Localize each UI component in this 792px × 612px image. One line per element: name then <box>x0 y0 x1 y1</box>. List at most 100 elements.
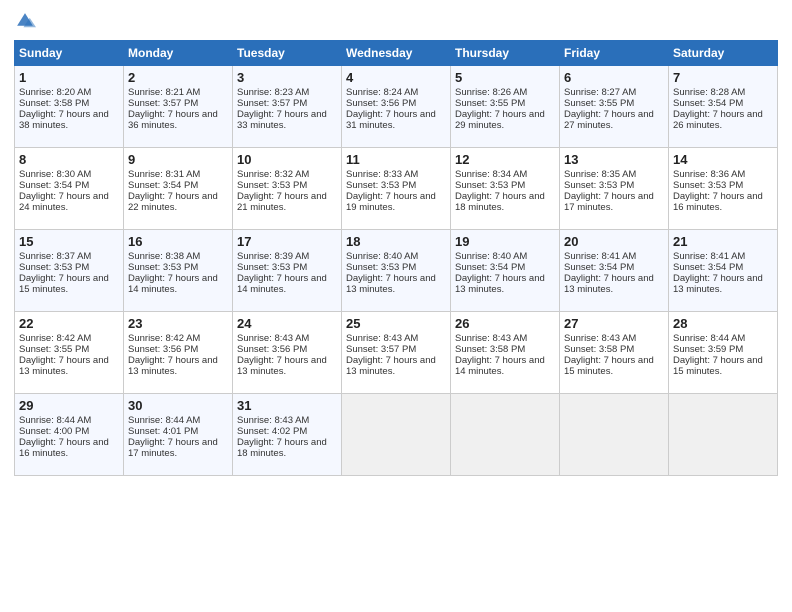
daylight-text: Daylight: 7 hours and 17 minutes. <box>128 437 218 459</box>
calendar-cell: 26Sunrise: 8:43 AMSunset: 3:58 PMDayligh… <box>451 312 560 394</box>
daylight-text: Daylight: 7 hours and 15 minutes. <box>564 355 654 377</box>
sunrise-text: Sunrise: 8:42 AM <box>19 333 91 344</box>
sunset-text: Sunset: 3:54 PM <box>673 262 743 273</box>
sunset-text: Sunset: 3:53 PM <box>455 180 525 191</box>
page-container: SundayMondayTuesdayWednesdayThursdayFrid… <box>0 0 792 482</box>
sunset-text: Sunset: 3:57 PM <box>346 344 416 355</box>
logo <box>14 10 38 32</box>
day-header-sunday: Sunday <box>15 41 124 66</box>
calendar-cell: 23Sunrise: 8:42 AMSunset: 3:56 PMDayligh… <box>124 312 233 394</box>
sunset-text: Sunset: 3:53 PM <box>19 262 89 273</box>
daylight-text: Daylight: 7 hours and 26 minutes. <box>673 109 763 131</box>
calendar-cell <box>669 394 778 476</box>
daylight-text: Daylight: 7 hours and 15 minutes. <box>673 355 763 377</box>
day-number: 6 <box>564 70 664 85</box>
daylight-text: Daylight: 7 hours and 16 minutes. <box>673 191 763 213</box>
calendar-cell <box>451 394 560 476</box>
daylight-text: Daylight: 7 hours and 13 minutes. <box>455 273 545 295</box>
day-number: 27 <box>564 316 664 331</box>
day-number: 3 <box>237 70 337 85</box>
daylight-text: Daylight: 7 hours and 27 minutes. <box>564 109 654 131</box>
day-number: 23 <box>128 316 228 331</box>
calendar-cell: 9Sunrise: 8:31 AMSunset: 3:54 PMDaylight… <box>124 148 233 230</box>
daylight-text: Daylight: 7 hours and 13 minutes. <box>128 355 218 377</box>
sunrise-text: Sunrise: 8:32 AM <box>237 169 309 180</box>
sunrise-text: Sunrise: 8:30 AM <box>19 169 91 180</box>
sunset-text: Sunset: 3:55 PM <box>19 344 89 355</box>
sunset-text: Sunset: 3:53 PM <box>237 180 307 191</box>
sunrise-text: Sunrise: 8:43 AM <box>455 333 527 344</box>
day-header-tuesday: Tuesday <box>233 41 342 66</box>
day-number: 28 <box>673 316 773 331</box>
day-number: 16 <box>128 234 228 249</box>
daylight-text: Daylight: 7 hours and 14 minutes. <box>128 273 218 295</box>
day-number: 2 <box>128 70 228 85</box>
header-row <box>14 10 778 32</box>
daylight-text: Daylight: 7 hours and 36 minutes. <box>128 109 218 131</box>
calendar-cell: 27Sunrise: 8:43 AMSunset: 3:58 PMDayligh… <box>560 312 669 394</box>
day-header-friday: Friday <box>560 41 669 66</box>
sunset-text: Sunset: 4:00 PM <box>19 426 89 437</box>
sunset-text: Sunset: 3:54 PM <box>19 180 89 191</box>
day-number: 1 <box>19 70 119 85</box>
sunrise-text: Sunrise: 8:43 AM <box>564 333 636 344</box>
calendar-cell: 5Sunrise: 8:26 AMSunset: 3:55 PMDaylight… <box>451 66 560 148</box>
sunrise-text: Sunrise: 8:40 AM <box>455 251 527 262</box>
sunrise-text: Sunrise: 8:37 AM <box>19 251 91 262</box>
daylight-text: Daylight: 7 hours and 21 minutes. <box>237 191 327 213</box>
sunrise-text: Sunrise: 8:36 AM <box>673 169 745 180</box>
calendar-cell: 10Sunrise: 8:32 AMSunset: 3:53 PMDayligh… <box>233 148 342 230</box>
calendar-cell: 29Sunrise: 8:44 AMSunset: 4:00 PMDayligh… <box>15 394 124 476</box>
daylight-text: Daylight: 7 hours and 13 minutes. <box>673 273 763 295</box>
sunrise-text: Sunrise: 8:31 AM <box>128 169 200 180</box>
sunset-text: Sunset: 3:53 PM <box>237 262 307 273</box>
calendar-cell: 28 Sunrise: 8:44 AMSunset: 3:59 PMDayligh… <box>669 312 778 394</box>
day-number: 29 <box>19 398 119 413</box>
day-number: 22 <box>19 316 119 331</box>
sunrise-text: Sunrise: 8:39 AM <box>237 251 309 262</box>
day-number: 15 <box>19 234 119 249</box>
week-row-3: 15Sunrise: 8:37 AMSunset: 3:53 PMDayligh… <box>15 230 778 312</box>
calendar-cell: 24 Sunrise: 8:43 AMSunset: 3:56 PMDayligh… <box>233 312 342 394</box>
day-number: 13 <box>564 152 664 167</box>
daylight-text: Daylight: 7 hours and 17 minutes. <box>564 191 654 213</box>
calendar-cell: 15Sunrise: 8:37 AMSunset: 3:53 PMDayligh… <box>15 230 124 312</box>
day-number: 11 <box>346 152 446 167</box>
calendar-cell: 12Sunrise: 8:34 AMSunset: 3:53 PMDayligh… <box>451 148 560 230</box>
daylight-text: Daylight: 7 hours and 13 minutes. <box>564 273 654 295</box>
sunrise-text: Sunrise: 8:43 AM <box>237 333 309 344</box>
calendar-table: SundayMondayTuesdayWednesdayThursdayFrid… <box>14 40 778 476</box>
daylight-text: Daylight: 7 hours and 16 minutes. <box>19 437 109 459</box>
sunset-text: Sunset: 3:54 PM <box>673 98 743 109</box>
header-row-days: SundayMondayTuesdayWednesdayThursdayFrid… <box>15 41 778 66</box>
calendar-cell: 8Sunrise: 8:30 AMSunset: 3:54 PMDaylight… <box>15 148 124 230</box>
day-number: 18 <box>346 234 446 249</box>
sunset-text: Sunset: 4:01 PM <box>128 426 198 437</box>
daylight-text: Daylight: 7 hours and 13 minutes. <box>19 355 109 377</box>
sunset-text: Sunset: 3:56 PM <box>237 344 307 355</box>
daylight-text: Daylight: 7 hours and 22 minutes. <box>128 191 218 213</box>
daylight-text: Daylight: 7 hours and 13 minutes. <box>237 355 327 377</box>
sunrise-text: Sunrise: 8:24 AM <box>346 87 418 98</box>
day-number: 25 <box>346 316 446 331</box>
daylight-text: Daylight: 7 hours and 38 minutes. <box>19 109 109 131</box>
day-header-monday: Monday <box>124 41 233 66</box>
sunset-text: Sunset: 3:59 PM <box>673 344 743 355</box>
sunset-text: Sunset: 3:56 PM <box>128 344 198 355</box>
sunset-text: Sunset: 3:53 PM <box>346 180 416 191</box>
sunrise-text: Sunrise: 8:41 AM <box>673 251 745 262</box>
day-number: 31 <box>237 398 337 413</box>
daylight-text: Daylight: 7 hours and 19 minutes. <box>346 191 436 213</box>
calendar-cell: 11Sunrise: 8:33 AMSunset: 3:53 PMDayligh… <box>342 148 451 230</box>
sunrise-text: Sunrise: 8:44 AM <box>673 333 745 344</box>
week-row-2: 8Sunrise: 8:30 AMSunset: 3:54 PMDaylight… <box>15 148 778 230</box>
calendar-cell: 20Sunrise: 8:41 AMSunset: 3:54 PMDayligh… <box>560 230 669 312</box>
sunrise-text: Sunrise: 8:40 AM <box>346 251 418 262</box>
day-number: 12 <box>455 152 555 167</box>
calendar-cell: 6Sunrise: 8:27 AMSunset: 3:55 PMDaylight… <box>560 66 669 148</box>
sunset-text: Sunset: 3:54 PM <box>128 180 198 191</box>
calendar-cell <box>342 394 451 476</box>
calendar-cell: 22 Sunrise: 8:42 AMSunset: 3:55 PMDayligh… <box>15 312 124 394</box>
day-number: 24 <box>237 316 337 331</box>
sunrise-text: Sunrise: 8:27 AM <box>564 87 636 98</box>
